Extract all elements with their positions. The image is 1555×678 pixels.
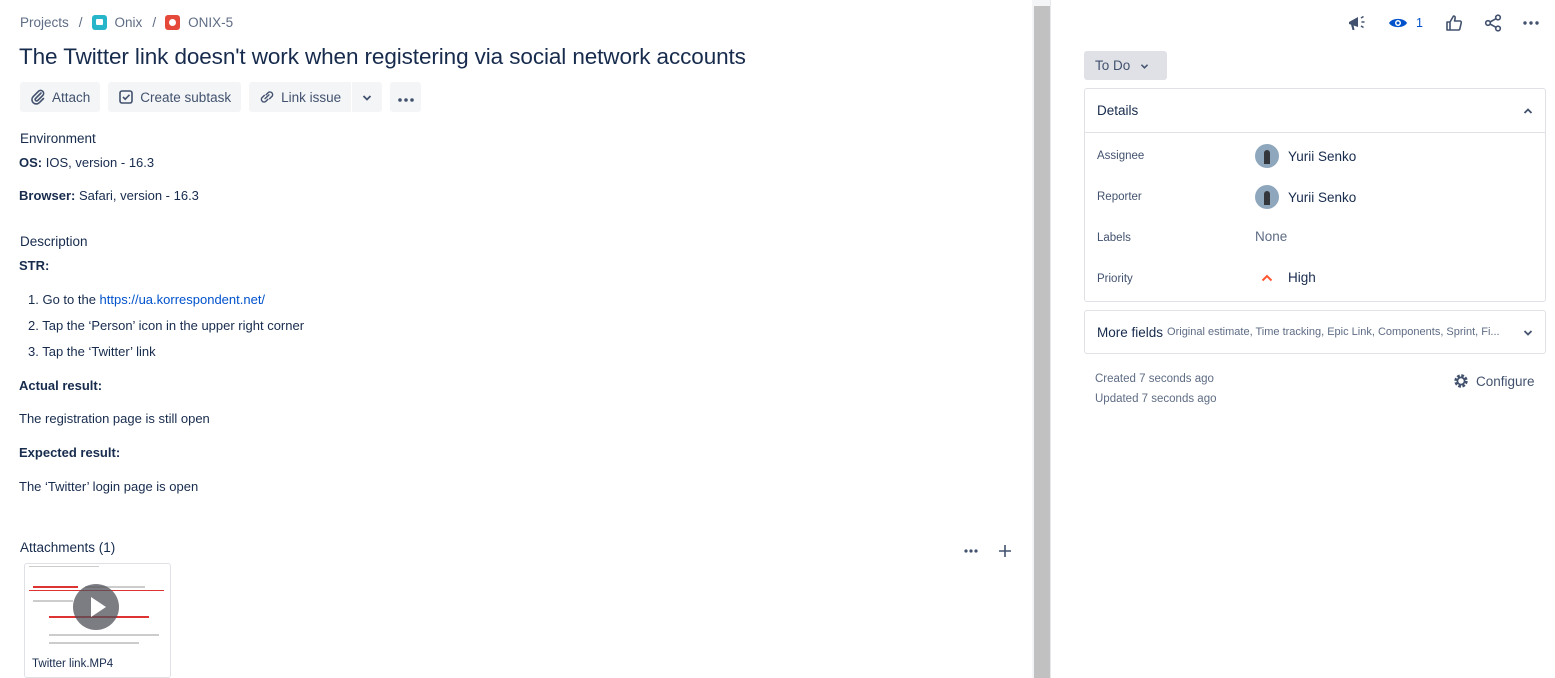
watchers-count: 1 xyxy=(1416,16,1423,30)
plus-icon xyxy=(999,545,1011,557)
environment-heading: Environment xyxy=(20,131,96,146)
issue-toolbar: 1 xyxy=(1346,12,1542,34)
environment-browser[interactable]: Browser: Safari, version - 16.3 xyxy=(19,188,199,203)
updated-timestamp: Updated 7 seconds ago xyxy=(1095,393,1217,405)
issue-title[interactable]: The Twitter link doesn't work when regis… xyxy=(19,44,746,70)
breadcrumb: Projects / Onix / ONIX-5 xyxy=(20,13,233,31)
reporter-label: Reporter xyxy=(1097,191,1142,203)
issue-more-button[interactable] xyxy=(1520,12,1542,34)
details-header[interactable]: Details xyxy=(1085,89,1545,133)
link-issue-button[interactable]: Link issue xyxy=(249,82,352,112)
breadcrumb-issue-key[interactable]: ONIX-5 xyxy=(188,15,233,30)
more-actions-button[interactable] xyxy=(390,82,422,112)
priority-high-icon xyxy=(1255,274,1279,282)
str-label: STR: xyxy=(19,258,50,273)
step-1-text: 1. Go to the xyxy=(28,292,100,307)
add-attachment-button[interactable] xyxy=(994,540,1016,562)
browser-label: Browser: xyxy=(19,188,76,203)
status-label: To Do xyxy=(1095,58,1131,73)
share-icon xyxy=(1484,14,1502,32)
assignee-field[interactable]: Yurii Senko xyxy=(1255,144,1356,168)
configure-button[interactable]: Configure xyxy=(1452,372,1535,390)
labels-label: Labels xyxy=(1097,232,1131,244)
breadcrumb-projects[interactable]: Projects xyxy=(20,15,69,30)
korrespondent-link[interactable]: https://ua.korrespondent.net/ xyxy=(100,292,266,307)
breadcrumb-separator: / xyxy=(78,14,83,30)
more-fields-title: More fields xyxy=(1097,324,1164,340)
priority-value: High xyxy=(1288,270,1316,285)
scrollbar[interactable] xyxy=(1034,6,1050,678)
attachments-menu-button[interactable] xyxy=(960,540,982,562)
create-subtask-button[interactable]: Create subtask xyxy=(108,82,242,112)
step-2: 2. Tap the ‘Person’ icon in the upper ri… xyxy=(28,318,305,333)
description-heading: Description xyxy=(20,234,88,249)
os-label: OS: xyxy=(19,155,43,170)
labels-field[interactable]: None xyxy=(1255,229,1287,244)
watchers-button[interactable]: 1 xyxy=(1388,12,1423,34)
details-title: Details xyxy=(1097,103,1139,118)
assignee-name: Yurii Senko xyxy=(1288,148,1357,164)
expected-result-value: The ‘Twitter’ login page is open xyxy=(19,479,199,494)
eye-icon xyxy=(1389,18,1407,28)
avatar xyxy=(1255,185,1279,209)
create-subtask-label: Create subtask xyxy=(140,89,232,105)
attach-label: Attach xyxy=(52,89,91,105)
reporter-field[interactable]: Yurii Senko xyxy=(1255,185,1356,209)
assignee-label: Assignee xyxy=(1097,150,1145,162)
ellipsis-icon xyxy=(1523,21,1539,25)
step-1: 1. Go to the https://ua.korrespondent.ne… xyxy=(28,292,265,307)
status-dropdown[interactable]: To Do xyxy=(1084,51,1167,80)
paperclip-icon xyxy=(30,89,46,105)
actual-result-value: The registration page is still open xyxy=(19,411,210,426)
attachment-video-thumbnail[interactable]: Twitter link.MP4 xyxy=(24,563,171,678)
issue-actions-bar: Attach Create subtask Link issue xyxy=(20,82,429,112)
environment-os[interactable]: OS: IOS, version - 16.3 xyxy=(19,155,154,170)
expected-result-label: Expected result: xyxy=(19,445,121,460)
actual-result-label: Actual result: xyxy=(19,378,103,393)
ellipsis-icon xyxy=(397,90,415,105)
like-button[interactable] xyxy=(1443,12,1465,34)
project-icon xyxy=(91,14,107,30)
breadcrumb-project[interactable]: Onix xyxy=(115,15,143,30)
share-button[interactable] xyxy=(1482,12,1504,34)
ellipsis-icon xyxy=(964,549,978,553)
attachments-heading: Attachments (1) xyxy=(20,540,116,555)
more-fields-summary: Original estimate, Time tracking, Epic L… xyxy=(1167,326,1500,338)
more-fields-panel[interactable]: More fields Original estimate, Time trac… xyxy=(1084,310,1546,354)
feedback-button[interactable] xyxy=(1346,12,1368,34)
avatar xyxy=(1255,144,1279,168)
details-panel: Details Assignee Yurii Senko Reporter Yu… xyxy=(1084,88,1546,302)
chevron-down-icon xyxy=(362,90,372,105)
step-3: 3. Tap the ‘Twitter’ link xyxy=(28,344,156,359)
link-issue-dropdown-button[interactable] xyxy=(352,82,383,112)
link-issue-label: Link issue xyxy=(281,89,342,105)
gear-icon xyxy=(1454,374,1468,388)
thumbs-up-icon xyxy=(1446,15,1463,31)
chevron-down-icon xyxy=(1523,325,1533,340)
attachment-file-name: Twitter link.MP4 xyxy=(32,658,114,670)
bug-icon xyxy=(165,14,181,30)
play-icon[interactable] xyxy=(73,584,119,630)
created-timestamp: Created 7 seconds ago xyxy=(1095,373,1214,385)
browser-value: Safari, version - 16.3 xyxy=(75,188,199,203)
attach-button[interactable]: Attach xyxy=(20,82,101,112)
issue-main-panel: Projects / Onix / ONIX-5 The Twitter lin… xyxy=(0,0,1032,678)
chevron-up-icon[interactable] xyxy=(1523,103,1533,118)
configure-label: Configure xyxy=(1476,373,1535,389)
subtask-icon xyxy=(118,89,134,105)
breadcrumb-separator: / xyxy=(152,14,157,30)
chevron-down-icon xyxy=(1140,58,1149,73)
os-value: IOS, version - 16.3 xyxy=(42,155,155,170)
reporter-name: Yurii Senko xyxy=(1288,189,1357,205)
priority-label: Priority xyxy=(1097,273,1133,285)
panel-splitter[interactable] xyxy=(1032,0,1051,678)
megaphone-icon xyxy=(1349,15,1365,30)
attachment-tools xyxy=(960,540,1016,562)
priority-field[interactable]: High xyxy=(1255,270,1316,285)
link-icon xyxy=(259,89,275,105)
issue-sidebar: 1 To Do Details Assignee Yurii Senko Rep… xyxy=(1051,0,1555,678)
